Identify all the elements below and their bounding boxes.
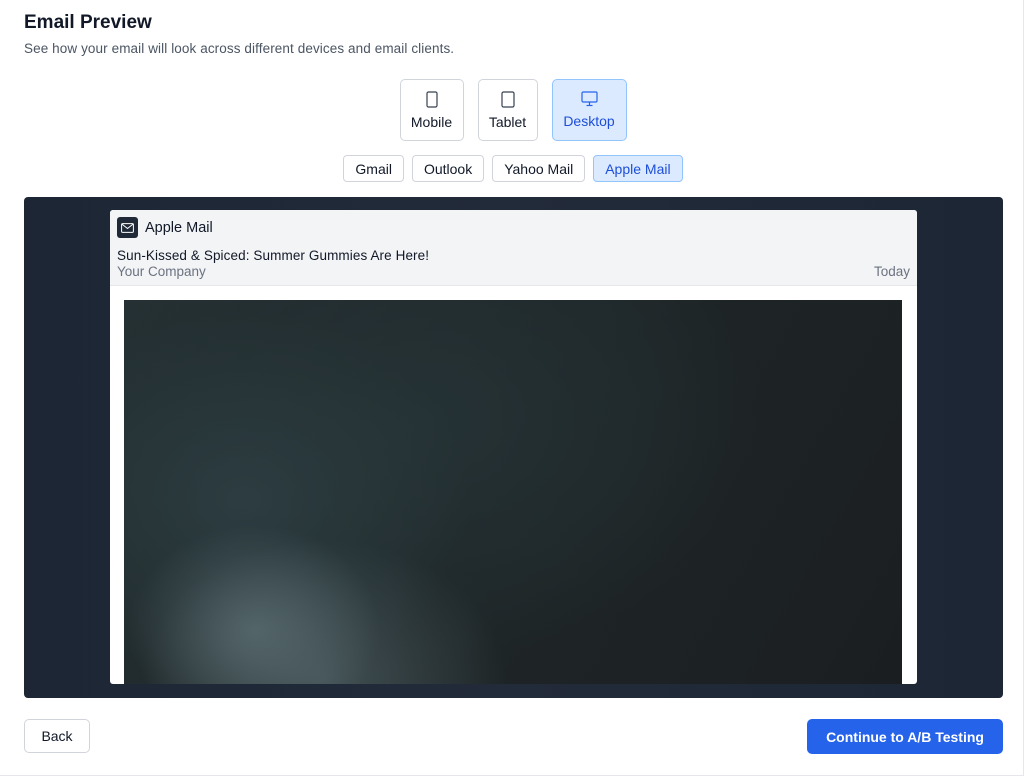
- preview-stage: Apple Mail Sun-Kissed & Spiced: Summer G…: [24, 197, 1003, 698]
- device-tablet-label: Tablet: [488, 113, 527, 130]
- email-header: Apple Mail Sun-Kissed & Spiced: Summer G…: [110, 210, 917, 286]
- device-desktop-button[interactable]: Desktop: [551, 79, 627, 141]
- email-hero-image: [124, 300, 902, 684]
- page-title: Email Preview: [24, 12, 152, 33]
- client-apple-mail-button[interactable]: Apple Mail: [593, 155, 683, 182]
- continue-ab-testing-button[interactable]: Continue to A/B Testing: [807, 719, 1003, 754]
- client-yahoo-button[interactable]: Yahoo Mail: [492, 155, 586, 182]
- device-desktop-label: Desktop: [563, 113, 615, 129]
- client-gmail-button[interactable]: Gmail: [343, 155, 404, 182]
- email-date: Today: [873, 264, 910, 279]
- smartphone-icon: [425, 90, 438, 108]
- device-tablet-button[interactable]: Tablet: [477, 79, 538, 141]
- email-subject: Sun-Kissed & Spiced: Summer Gummies Are …: [117, 248, 430, 263]
- back-button[interactable]: Back: [24, 719, 90, 753]
- device-mobile-button[interactable]: Mobile: [399, 79, 464, 141]
- page-subtitle: See how your email will look across diff…: [24, 41, 455, 56]
- mail-icon: [117, 217, 138, 238]
- device-mobile-label: Mobile: [410, 113, 453, 130]
- tablet-icon: [500, 90, 515, 108]
- email-client-name: Apple Mail: [145, 220, 213, 236]
- device-selector: Mobile Tablet Desktop: [0, 79, 1024, 141]
- client-selector: Gmail Outlook Yahoo Mail Apple Mail: [0, 155, 1024, 182]
- email-preview-panel: Email Preview See how your email will lo…: [0, 0, 1024, 776]
- client-outlook-button[interactable]: Outlook: [411, 155, 485, 182]
- monitor-icon: [580, 91, 598, 107]
- email-client-window: Apple Mail Sun-Kissed & Spiced: Summer G…: [110, 210, 917, 684]
- email-sender: Your Company: [117, 264, 206, 279]
